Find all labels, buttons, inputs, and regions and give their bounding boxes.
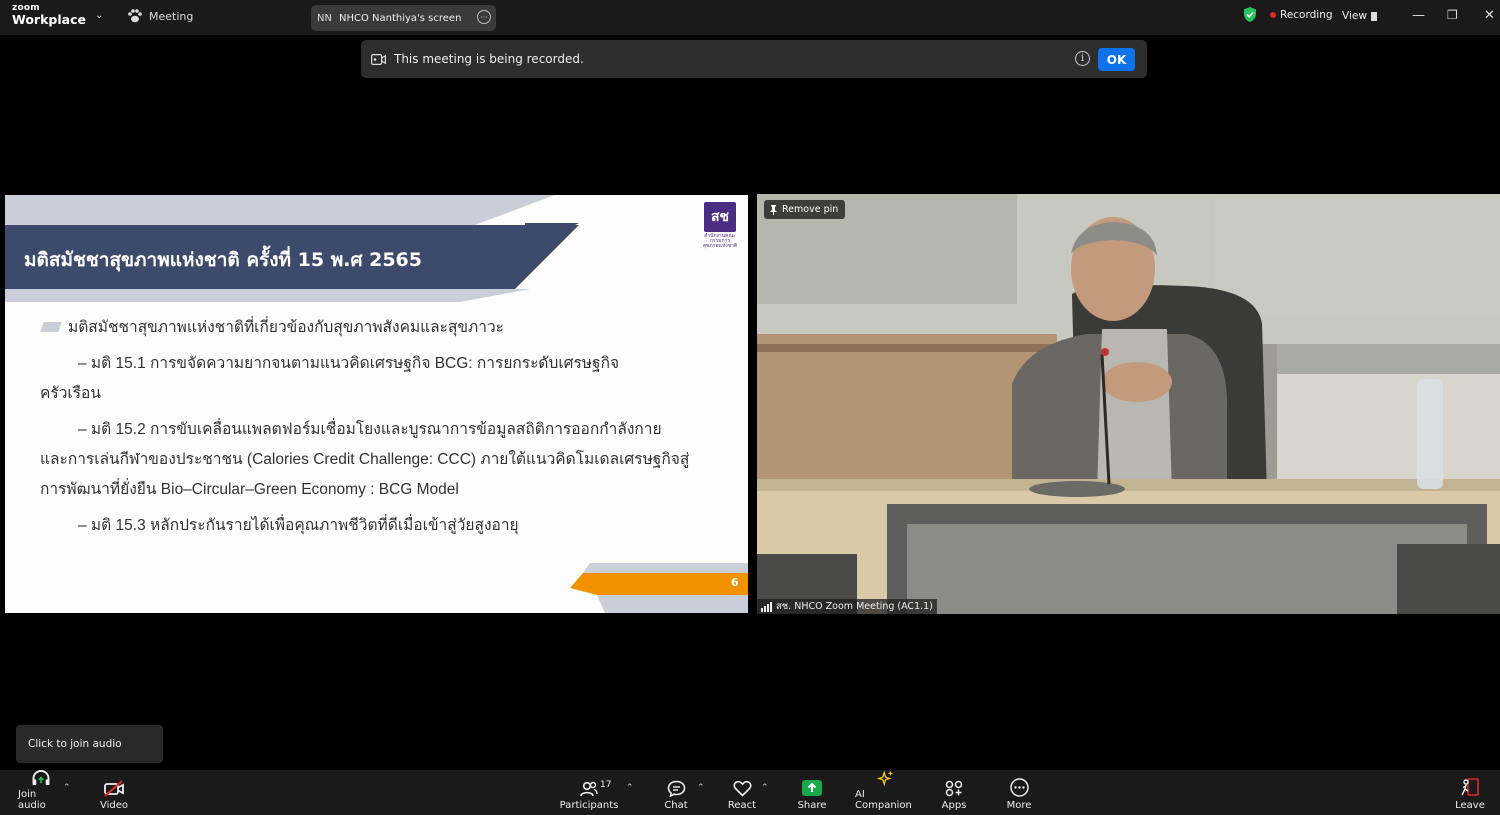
react-caret-icon[interactable]: ⌃ <box>761 783 769 793</box>
resolution-15-2-line1: – มติ 15.2 การขับเคลื่อนแพลตฟอร์มเชื่อมโ… <box>78 421 662 438</box>
shield-check-icon <box>1244 7 1256 22</box>
nhco-logo: สช สำนักงานคณะกรรมการสุขภาพแห่งชาติ <box>702 202 738 249</box>
signal-strength-icon <box>761 601 772 612</box>
heart-icon <box>732 780 752 797</box>
recording-notification: This meeting is being recorded. i OK <box>361 40 1147 78</box>
resolution-15-1-line1: – มติ 15.1 การขจัดความยากจนตามแนวคิดเศรษ… <box>78 355 620 372</box>
view-layout-icon <box>1370 11 1380 21</box>
slide-page-number: 6 <box>731 576 739 589</box>
bullet-icon <box>40 322 62 332</box>
participant-name-tag: สช. NHCO Zoom Meeting (AC1.1) <box>757 599 937 614</box>
more-options-icon[interactable]: ··· <box>477 10 491 24</box>
chat-label: Chat <box>664 800 688 811</box>
recording-label: Recording <box>1280 8 1333 21</box>
screen-label: NHCO Nanthiya's screen <box>338 12 462 24</box>
zoom-workplace-logo: zoom Workplace <box>12 4 86 27</box>
leave-door-icon <box>1461 778 1479 796</box>
video-record-icon <box>371 53 386 65</box>
remove-pin-label: Remove pin <box>782 204 839 215</box>
slide-bullet: มติสมัชชาสุขภาพแห่งชาติที่เกี่ยวข้องกับส… <box>68 319 504 336</box>
resolution-15-3-line1: – มติ 15.3 หลักประกันรายได้เพื่อคุณภาพชี… <box>78 517 519 534</box>
apps-label: Apps <box>941 800 967 811</box>
apps-icon <box>945 780 963 797</box>
recording-dot-icon <box>1270 11 1276 18</box>
participants-caret-icon[interactable]: ⌃ <box>626 783 634 793</box>
minimize-icon[interactable]: — <box>1412 8 1425 23</box>
shared-screen-area: มติสมัชชาสุขภาพแห่งชาติ ครั้งที่ 15 พ.ศ … <box>5 156 748 652</box>
meeting-label: Meeting <box>149 9 194 23</box>
screen-initials: NN <box>317 12 332 24</box>
leave-label: Leave <box>1455 800 1485 811</box>
participants-icon <box>580 781 598 797</box>
resolution-15-2-line3: การพัฒนาที่ยั่งยืน Bio–Circular–Green Ec… <box>40 481 459 498</box>
video-button[interactable]: Video <box>100 770 128 815</box>
sparkle-icon <box>876 770 894 786</box>
meeting-toolbar: Join audio ⌃ Video Participants 17 ⌃ Cha… <box>0 770 1500 815</box>
headphones-icon <box>32 770 49 786</box>
more-label: More <box>1006 800 1032 811</box>
notification-text: This meeting is being recorded. <box>394 52 584 66</box>
share-screen-icon <box>802 780 822 796</box>
title-bar: zoom Workplace ⌄ Meeting NN NHCO Nanthiy… <box>0 0 1500 35</box>
view-label: View <box>1342 10 1367 22</box>
chat-button[interactable]: Chat <box>664 770 688 815</box>
video-off-icon <box>104 780 124 797</box>
participants-button[interactable]: Participants <box>560 770 618 815</box>
logo-line2: Workplace <box>12 12 86 27</box>
more-button[interactable]: More <box>1005 770 1033 815</box>
chevron-down-icon[interactable]: ⌄ <box>95 10 103 21</box>
ai-companion-button[interactable]: AI Companion <box>855 770 917 815</box>
logo-subtext: สำนักงานคณะกรรมการสุขภาพแห่งชาติ <box>702 233 738 249</box>
video-feed <box>757 194 1500 614</box>
meeting-tab[interactable]: Meeting <box>127 9 193 23</box>
leave-button[interactable]: Leave <box>1455 770 1485 815</box>
share-button[interactable]: Share <box>797 770 827 815</box>
pin-icon <box>770 204 777 215</box>
logo-mark: สช <box>704 202 736 232</box>
remove-pin-button[interactable]: Remove pin <box>764 200 846 219</box>
react-button[interactable]: React <box>727 770 757 815</box>
resolution-15-2-line2: และการเล่นกีฬาของประชาชน (Calories Credi… <box>40 451 690 468</box>
ok-button[interactable]: OK <box>1098 48 1135 71</box>
participants-label: Participants <box>559 800 619 811</box>
more-icon <box>1009 778 1029 797</box>
close-icon[interactable]: ✕ <box>1484 8 1495 23</box>
ai-companion-label: AI Companion <box>855 789 912 811</box>
audio-options-caret-icon[interactable]: ⌃ <box>63 783 71 793</box>
recording-indicator[interactable]: Recording <box>1242 6 1333 23</box>
chat-caret-icon[interactable]: ⌃ <box>697 783 705 793</box>
chat-icon <box>667 780 685 797</box>
slide-body: มติสมัชชาสุขภาพแห่งชาติที่เกี่ยวข้องกับส… <box>40 313 730 541</box>
join-audio-tooltip: Click to join audio <box>16 725 163 763</box>
info-icon[interactable]: i <box>1075 51 1090 66</box>
join-audio-label: Join audio <box>18 789 46 811</box>
apps-button[interactable]: Apps <box>941 770 967 815</box>
shared-screen-pill[interactable]: NN NHCO Nanthiya's screen ··· <box>311 5 496 31</box>
join-audio-button[interactable]: Join audio <box>18 770 63 815</box>
participants-count: 17 <box>600 780 612 790</box>
participant-name: สช. NHCO Zoom Meeting (AC1.1) <box>776 601 933 612</box>
presentation-slide: มติสมัชชาสุขภาพแห่งชาติ ครั้งที่ 15 พ.ศ … <box>5 195 748 613</box>
react-label: React <box>727 800 757 811</box>
slide-title: มติสมัชชาสุขภาพแห่งชาติ ครั้งที่ 15 พ.ศ … <box>24 249 422 271</box>
pinned-video-tile[interactable]: Remove pin สช. NHCO Zoom Meeting (AC1.1) <box>757 194 1500 614</box>
view-button[interactable]: View <box>1342 10 1380 22</box>
paw-icon <box>128 9 142 23</box>
video-label: Video <box>99 800 129 811</box>
share-label: Share <box>797 800 827 811</box>
restore-icon[interactable]: ❐ <box>1447 8 1458 22</box>
resolution-15-1-line2: ครัวเรือน <box>40 385 101 402</box>
